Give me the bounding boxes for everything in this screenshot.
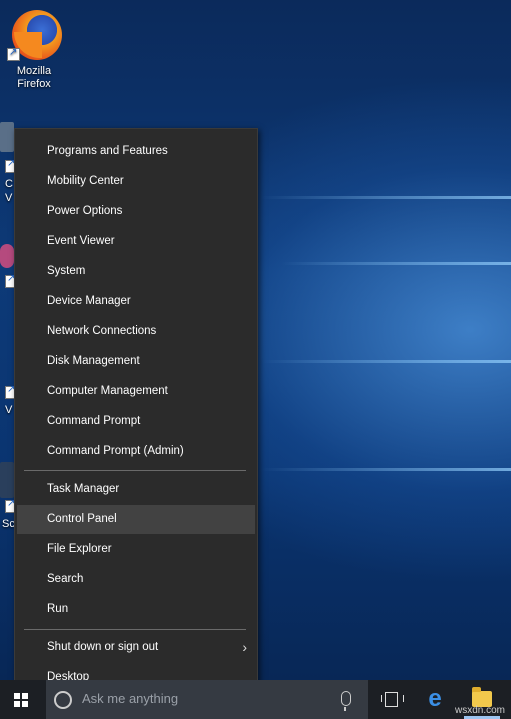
- firefox-label-line1: Mozilla: [16, 65, 52, 77]
- wallpaper-beam: [281, 262, 511, 265]
- menu-item-event-viewer[interactable]: Event Viewer: [17, 227, 255, 256]
- menu-item-command-prompt-admin[interactable]: Command Prompt (Admin): [17, 437, 255, 466]
- menu-item-device-manager[interactable]: Device Manager: [17, 287, 255, 316]
- firefox-label: Mozilla Firefox: [2, 65, 66, 91]
- menu-item-mobility-center[interactable]: Mobility Center: [17, 167, 255, 196]
- menu-item-search[interactable]: Search: [17, 565, 255, 594]
- menu-item-power-options[interactable]: Power Options: [17, 197, 255, 226]
- menu-separator: [24, 470, 246, 471]
- menu-item-control-panel-label: Control Panel: [47, 513, 117, 525]
- winx-context-menu: Programs and Features Mobility Center Po…: [14, 128, 258, 702]
- wallpaper-beam: [261, 360, 511, 363]
- watermark: wsxdn.com: [454, 705, 505, 716]
- menu-item-network-connections[interactable]: Network Connections: [17, 317, 255, 346]
- microphone-icon[interactable]: [341, 691, 351, 711]
- cortana-search-box[interactable]: Ask me anything: [46, 680, 368, 719]
- desktop-icon-partial[interactable]: [0, 462, 14, 498]
- menu-item-disk-management[interactable]: Disk Management: [17, 347, 255, 376]
- firefox-label-line2: Firefox: [17, 78, 51, 90]
- desktop-icon-firefox[interactable]: Mozilla Firefox: [2, 4, 66, 94]
- menu-item-run[interactable]: Run: [17, 595, 255, 624]
- windows-logo-icon: [14, 693, 28, 707]
- task-view-icon[interactable]: [381, 692, 404, 707]
- start-button[interactable]: [0, 680, 46, 719]
- menu-item-command-prompt[interactable]: Command Prompt: [17, 407, 255, 436]
- desktop-icon-label: V: [5, 404, 13, 416]
- menu-item-control-panel[interactable]: Control Panel: [17, 505, 255, 534]
- search-placeholder: Ask me anything: [82, 691, 179, 706]
- menu-item-file-explorer[interactable]: File Explorer: [17, 535, 255, 564]
- menu-item-shut-down-label: Shut down or sign out: [47, 641, 159, 653]
- menu-item-computer-management[interactable]: Computer Management: [17, 377, 255, 406]
- wallpaper-beam: [261, 196, 511, 199]
- menu-item-system[interactable]: System: [17, 257, 255, 286]
- cortana-icon: [54, 691, 72, 709]
- menu-item-task-manager[interactable]: Task Manager: [17, 475, 255, 504]
- edge-icon[interactable]: e: [424, 687, 446, 711]
- desktop-icon-partial[interactable]: [0, 122, 14, 152]
- menu-item-programs-and-features[interactable]: Programs and Features: [17, 137, 255, 166]
- desktop-icon-label: V: [5, 192, 13, 204]
- desktop-icon-label: Sc: [2, 518, 15, 530]
- wallpaper-beam: [261, 468, 511, 471]
- chevron-right-icon: ›: [242, 639, 247, 655]
- desktop-icon-label: C: [5, 178, 13, 190]
- taskbar: Ask me anything e wsxdn.com: [0, 680, 511, 719]
- menu-item-shut-down-or-sign-out[interactable]: Shut down or sign out ›: [17, 633, 255, 662]
- menu-separator: [24, 629, 246, 630]
- shortcut-arrow-icon: [7, 46, 20, 61]
- desktop-icon-partial[interactable]: [0, 244, 14, 268]
